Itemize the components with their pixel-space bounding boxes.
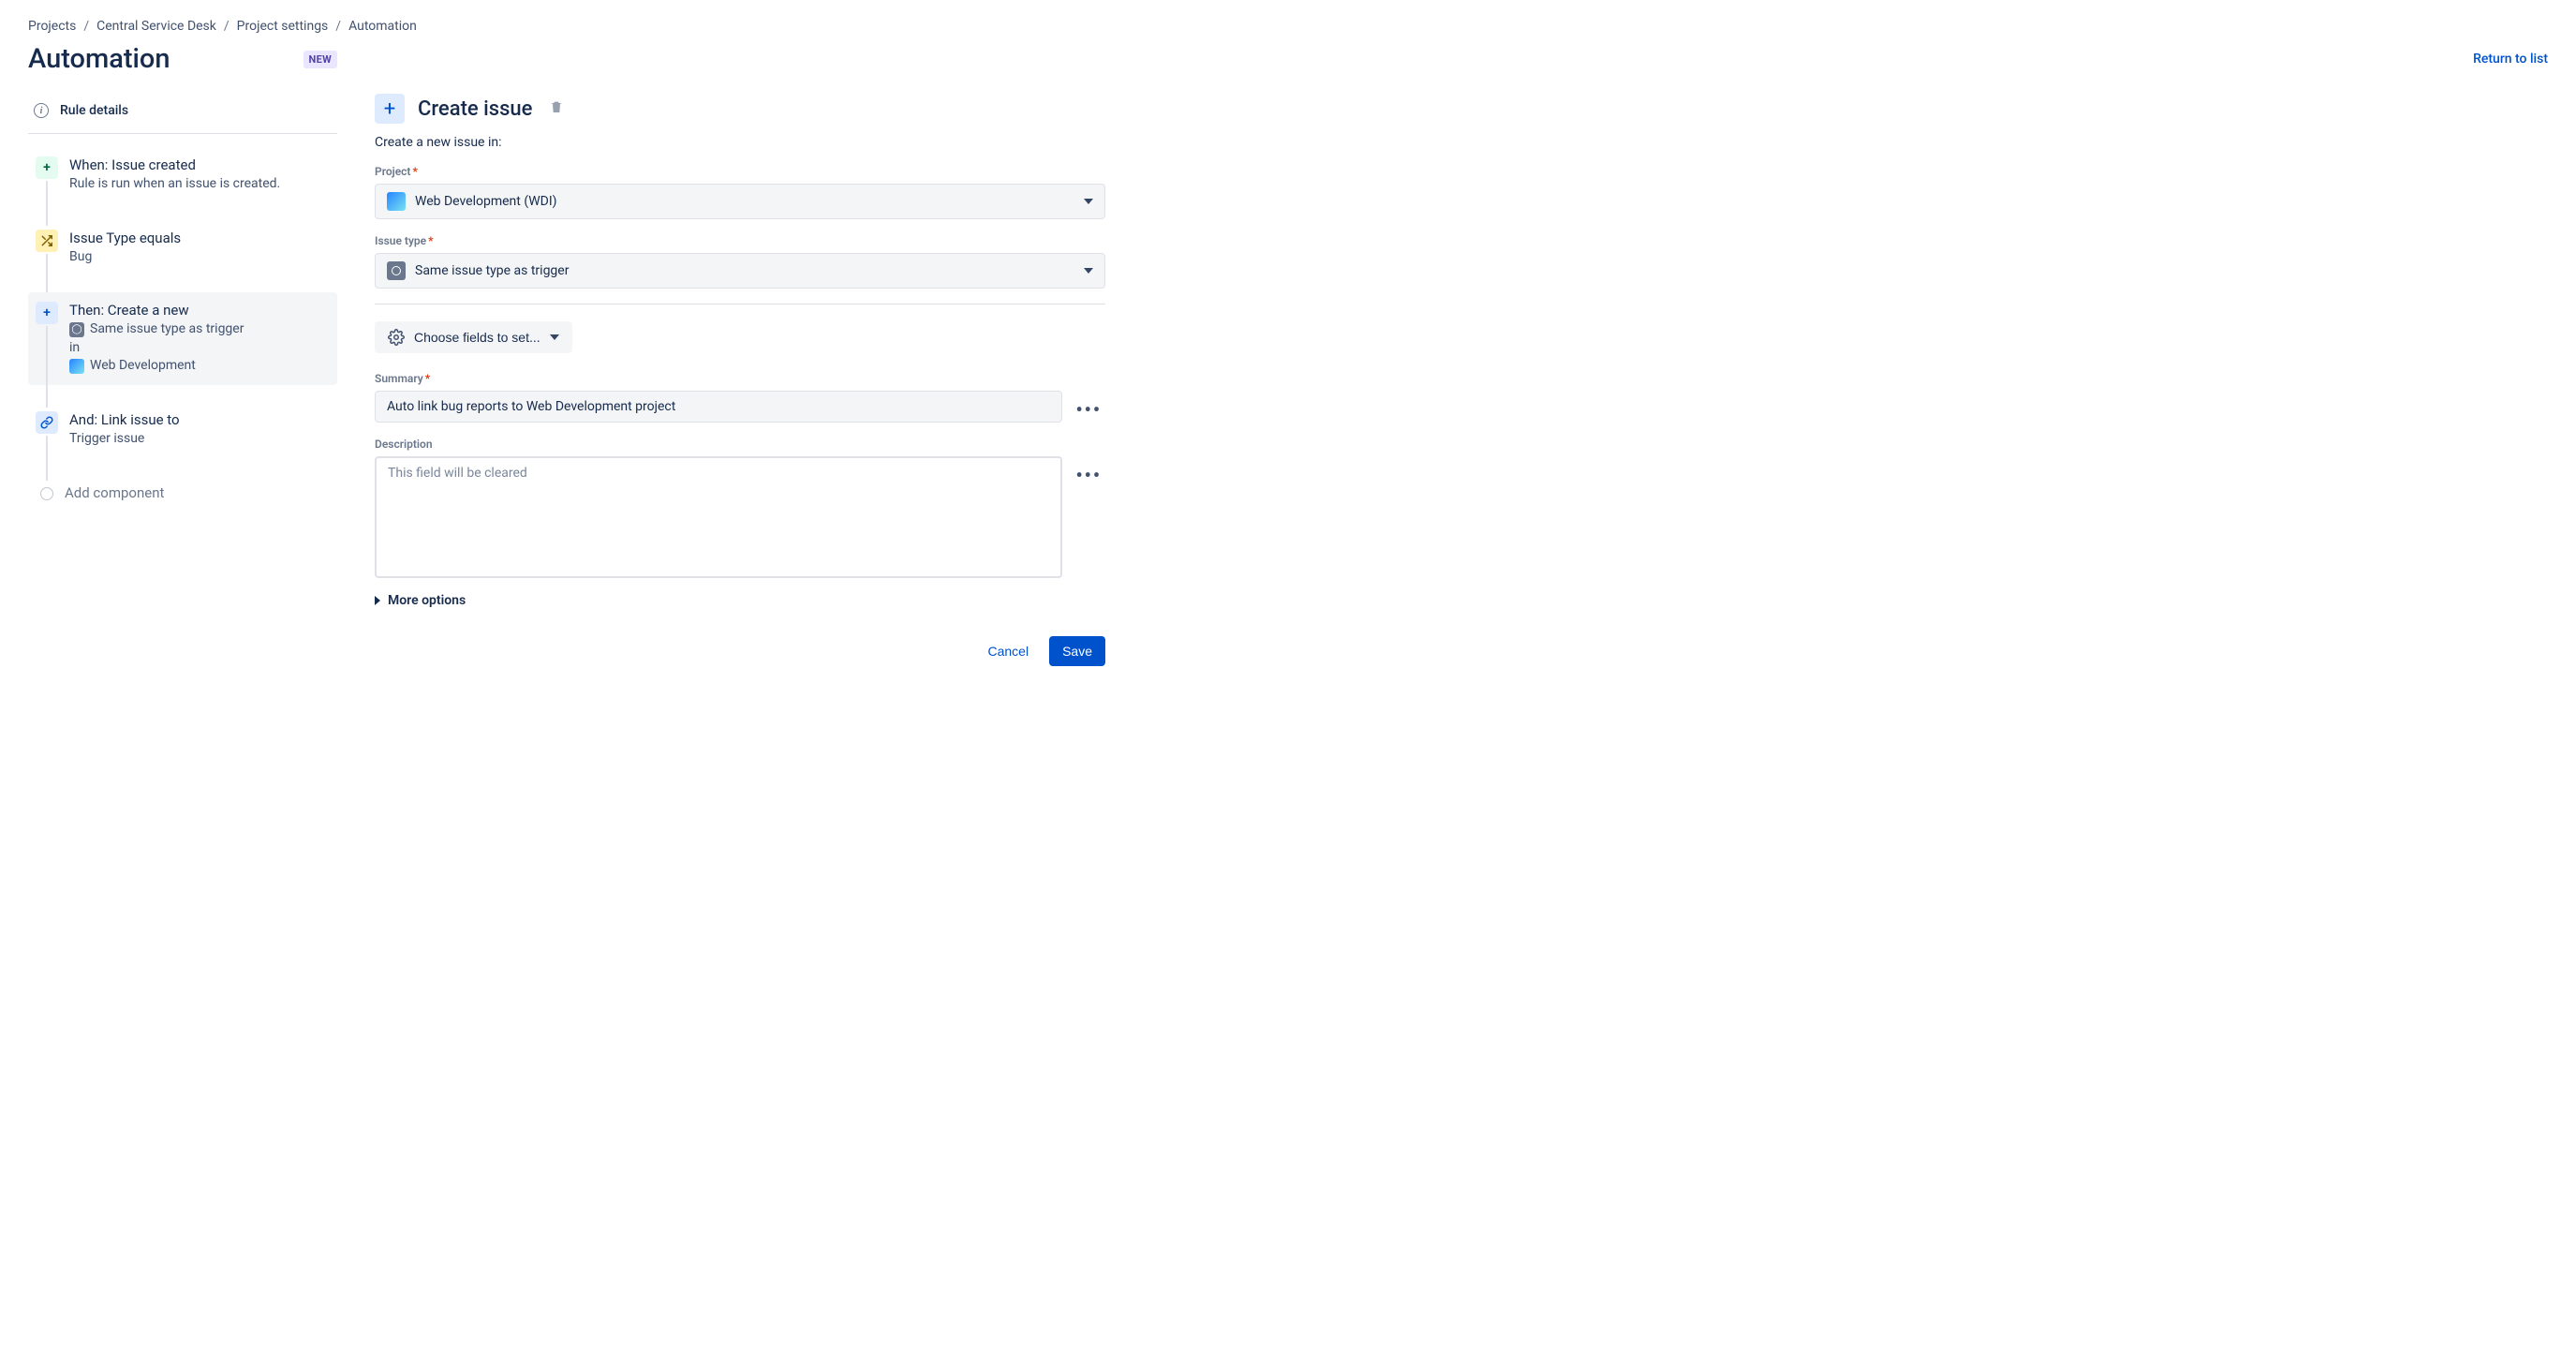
rule-details-label: Rule details	[60, 103, 128, 118]
shuffle-icon	[36, 230, 58, 252]
page-title: Automation	[28, 43, 170, 75]
step-create-issue[interactable]: + Then: Create a new ◯ Same issue type a…	[28, 292, 337, 385]
breadcrumb-service-desk[interactable]: Central Service Desk	[96, 19, 216, 34]
add-component[interactable]: Add component	[28, 475, 337, 511]
project-label: Project*	[375, 165, 1105, 178]
cancel-button[interactable]: Cancel	[974, 636, 1042, 666]
issuetype-label: Issue type*	[375, 234, 1105, 247]
step-create-in: in	[69, 339, 330, 358]
step-condition-title: Issue Type equals	[69, 230, 330, 246]
plus-icon: +	[375, 94, 405, 124]
breadcrumb-project-settings[interactable]: Project settings	[237, 19, 329, 34]
breadcrumb-automation[interactable]: Automation	[348, 19, 417, 34]
gear-icon	[388, 329, 405, 346]
new-badge: NEW	[303, 51, 337, 68]
circle-icon	[40, 487, 53, 500]
step-create-sub1: Same issue type as trigger	[90, 320, 244, 339]
summary-more-icon[interactable]: •••	[1072, 396, 1105, 423]
step-link-issue[interactable]: And: Link issue to Trigger issue	[28, 402, 337, 458]
rule-sidebar: i Rule details + When: Issue created Rul…	[28, 94, 337, 666]
page-header: Automation NEW Return to list	[28, 43, 2548, 75]
save-button[interactable]: Save	[1049, 636, 1105, 666]
return-to-list-link[interactable]: Return to list	[2473, 52, 2548, 67]
choose-fields-button[interactable]: Choose fields to set...	[375, 321, 572, 353]
project-select[interactable]: Web Development (WDI)	[375, 184, 1105, 219]
project-select-value: Web Development (WDI)	[415, 194, 557, 209]
action-panel: + Create issue Create a new issue in: Pr…	[375, 94, 1105, 666]
add-component-label: Add component	[65, 484, 330, 501]
description-label: Description	[375, 438, 1105, 451]
more-options-toggle[interactable]: More options	[375, 593, 1105, 608]
chevron-down-icon	[1084, 199, 1093, 204]
step-condition[interactable]: Issue Type equals Bug	[28, 220, 337, 276]
breadcrumb: Projects / Central Service Desk / Projec…	[28, 19, 2548, 34]
breadcrumb-sep: /	[83, 19, 89, 34]
plus-icon: +	[36, 302, 58, 324]
step-link-title: And: Link issue to	[69, 411, 330, 428]
trash-icon[interactable]	[549, 99, 564, 118]
chevron-right-icon	[375, 596, 380, 605]
description-input[interactable]	[375, 456, 1062, 578]
issuetype-select-value: Same issue type as trigger	[415, 263, 569, 278]
issuetype-select[interactable]: Same issue type as trigger	[375, 253, 1105, 289]
breadcrumb-sep: /	[335, 19, 341, 34]
description-more-icon[interactable]: •••	[1072, 462, 1105, 488]
project-icon	[69, 359, 84, 374]
chevron-down-icon	[550, 334, 559, 340]
summary-input[interactable]	[375, 391, 1062, 423]
step-create-sub2: Web Development	[90, 357, 196, 376]
step-trigger[interactable]: + When: Issue created Rule is run when a…	[28, 147, 337, 203]
issuetype-icon: ◯	[69, 322, 84, 337]
breadcrumb-sep: /	[224, 19, 229, 34]
choose-fields-label: Choose fields to set...	[414, 330, 540, 345]
step-create-title: Then: Create a new	[69, 302, 330, 319]
step-link-sub: Trigger issue	[69, 430, 330, 449]
rule-details-header[interactable]: i Rule details	[28, 94, 337, 134]
link-icon	[36, 411, 58, 434]
step-trigger-sub: Rule is run when an issue is created.	[69, 175, 330, 194]
plus-icon: +	[36, 156, 58, 179]
step-condition-sub: Bug	[69, 248, 330, 267]
chevron-down-icon	[1084, 268, 1093, 274]
issuetype-icon	[387, 261, 406, 280]
info-icon: i	[34, 103, 49, 118]
step-trigger-title: When: Issue created	[69, 156, 330, 173]
panel-title: Create issue	[418, 97, 532, 121]
breadcrumb-projects[interactable]: Projects	[28, 19, 76, 34]
panel-subtitle: Create a new issue in:	[375, 135, 1105, 150]
summary-label: Summary*	[375, 372, 1105, 385]
project-avatar-icon	[387, 192, 406, 211]
more-options-label: More options	[388, 593, 466, 608]
